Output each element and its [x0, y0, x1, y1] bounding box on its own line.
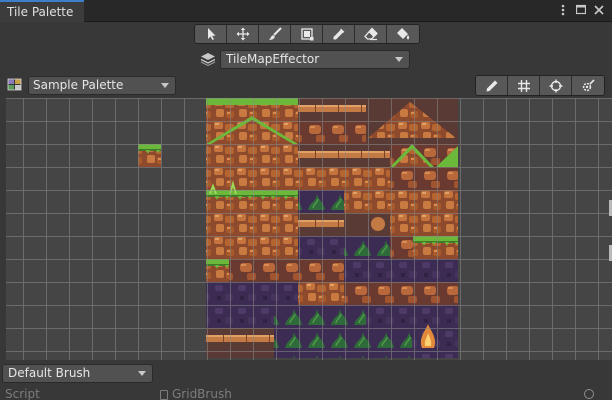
- brush-script-row: Script GridBrush: [0, 385, 612, 400]
- palette-dropdown[interactable]: Sample Palette: [28, 76, 176, 95]
- erase-tool-button[interactable]: [355, 25, 387, 43]
- chevron-down-icon: [138, 371, 146, 376]
- script-icon: [160, 390, 168, 400]
- close-icon[interactable]: [594, 3, 604, 17]
- loose-grass-tile[interactable]: [138, 144, 161, 167]
- active-tilemap-dropdown[interactable]: TileMapEffector: [220, 50, 410, 69]
- maximize-icon[interactable]: [575, 3, 587, 17]
- brush-icon: [268, 27, 282, 40]
- tile-palette-canvas[interactable]: [6, 98, 612, 360]
- tool-bar: [194, 24, 420, 44]
- arrow-cursor-icon: [207, 28, 215, 40]
- palette-edit-bar: [475, 75, 605, 96]
- select-tool-button[interactable]: [195, 25, 227, 43]
- palette-icon: [7, 78, 22, 91]
- active-tilemap-value: TileMapEffector: [226, 52, 320, 66]
- paint-bucket-icon: [397, 28, 410, 40]
- toggle-grid-button[interactable]: [508, 76, 540, 95]
- picker-tool-button[interactable]: [323, 25, 355, 43]
- kebab-menu-icon[interactable]: [558, 3, 568, 17]
- eyedropper-icon: [333, 28, 344, 40]
- paint-tool-button[interactable]: [259, 25, 291, 43]
- tile-palette-grid[interactable]: [6, 98, 612, 360]
- fill-tool-button[interactable]: [387, 25, 419, 43]
- object-picker-icon[interactable]: [584, 389, 594, 399]
- tile-palette-tab[interactable]: Tile Palette: [0, 0, 84, 22]
- gear-brush-icon: [582, 78, 595, 91]
- palette-value: Sample Palette: [33, 78, 124, 92]
- move-arrows-icon: [236, 27, 249, 41]
- brush-dropdown[interactable]: Default Brush: [2, 364, 153, 383]
- box-fill-tool-button[interactable]: [291, 25, 323, 43]
- tileset-sheet[interactable]: [206, 98, 458, 358]
- window-controls: [558, 3, 604, 17]
- move-tool-button[interactable]: [227, 25, 259, 43]
- brush-value: Default Brush: [8, 366, 91, 380]
- tilemap-layers-icon: [200, 53, 216, 66]
- gizmos-button[interactable]: [540, 76, 572, 95]
- script-label: Script: [5, 387, 40, 400]
- crosshair-icon: [549, 79, 562, 92]
- pencil-icon: [486, 80, 497, 91]
- edit-palette-button[interactable]: [476, 76, 508, 95]
- box-fill-icon: [300, 28, 313, 41]
- tab-title: Tile Palette: [7, 5, 74, 19]
- grid-icon: [517, 79, 530, 92]
- window-tab-bar: Tile Palette: [0, 0, 612, 22]
- eraser-icon: [363, 27, 378, 41]
- chevron-down-icon: [161, 83, 169, 88]
- palette-settings-button[interactable]: [572, 76, 604, 95]
- chevron-down-icon: [395, 57, 403, 62]
- script-value: GridBrush: [172, 387, 232, 400]
- script-object-field[interactable]: GridBrush: [158, 387, 578, 400]
